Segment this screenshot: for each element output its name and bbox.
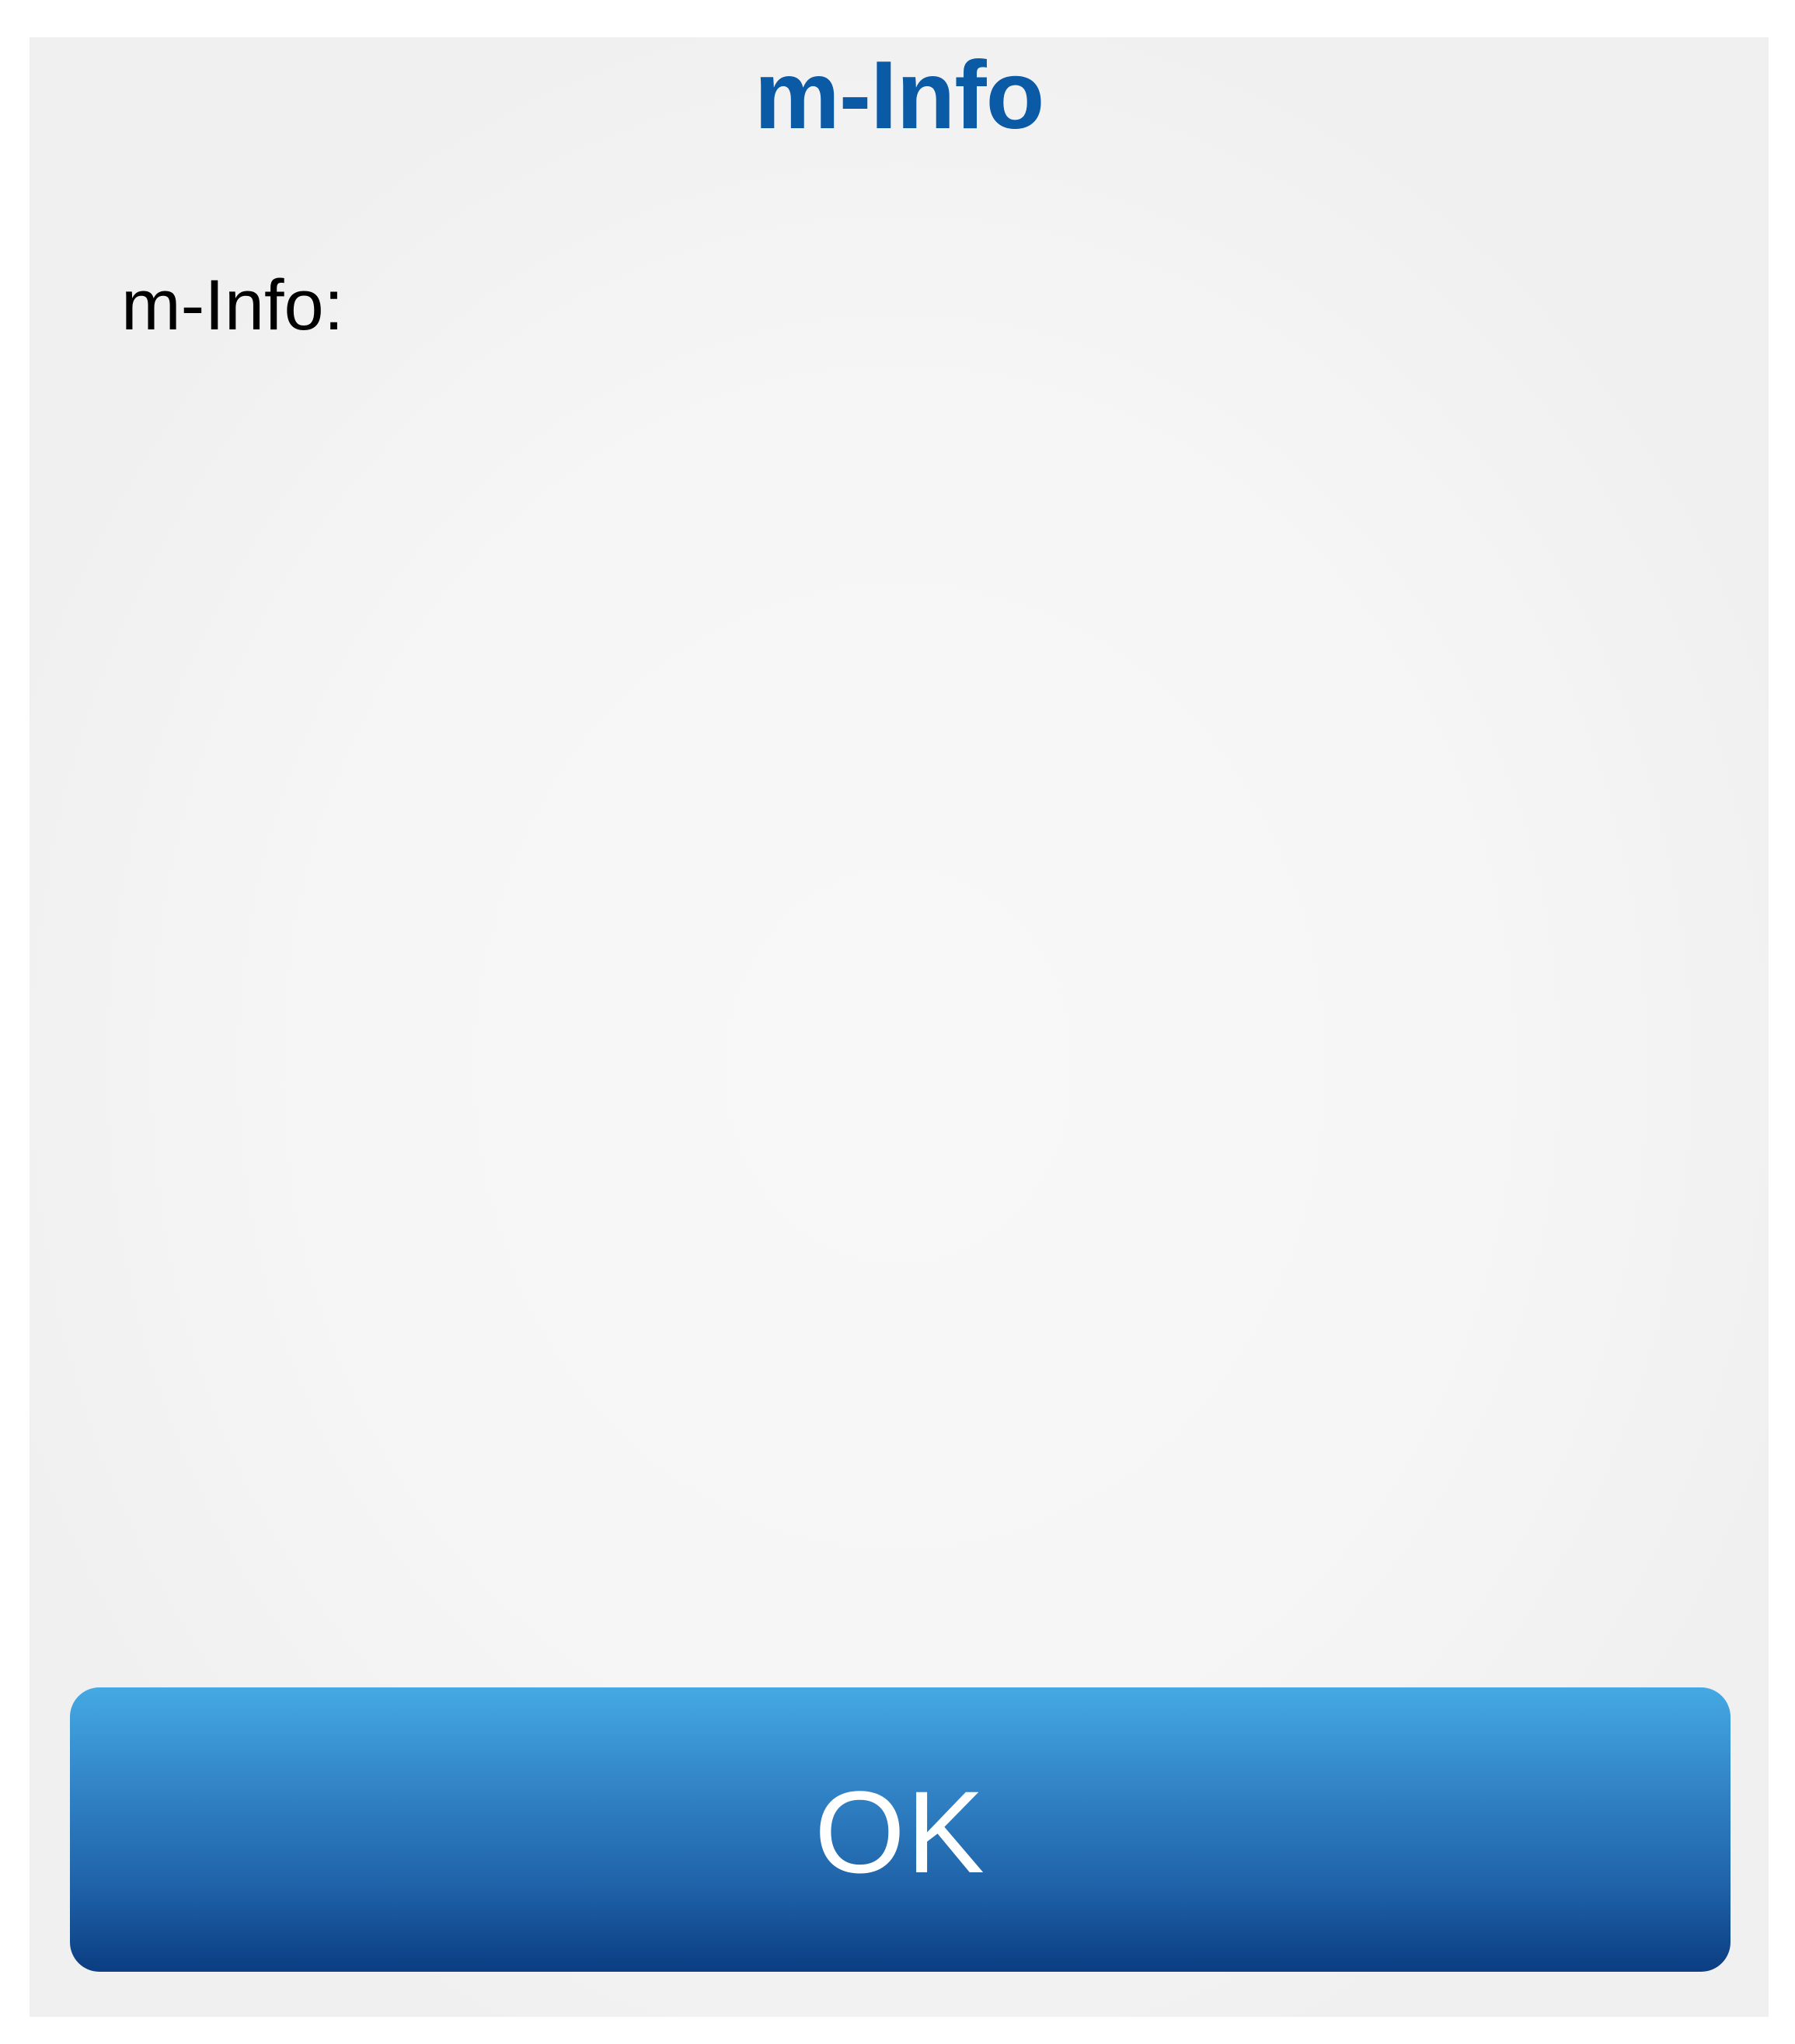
- ok-button[interactable]: OK: [70, 1687, 1731, 1972]
- m-info-label: m-Info:: [121, 266, 344, 345]
- dialog-title: m-Info: [754, 42, 1045, 149]
- m-info-dialog: m-Info m-Info: OK: [30, 37, 1769, 2017]
- ok-button-label: OK: [814, 1767, 986, 1897]
